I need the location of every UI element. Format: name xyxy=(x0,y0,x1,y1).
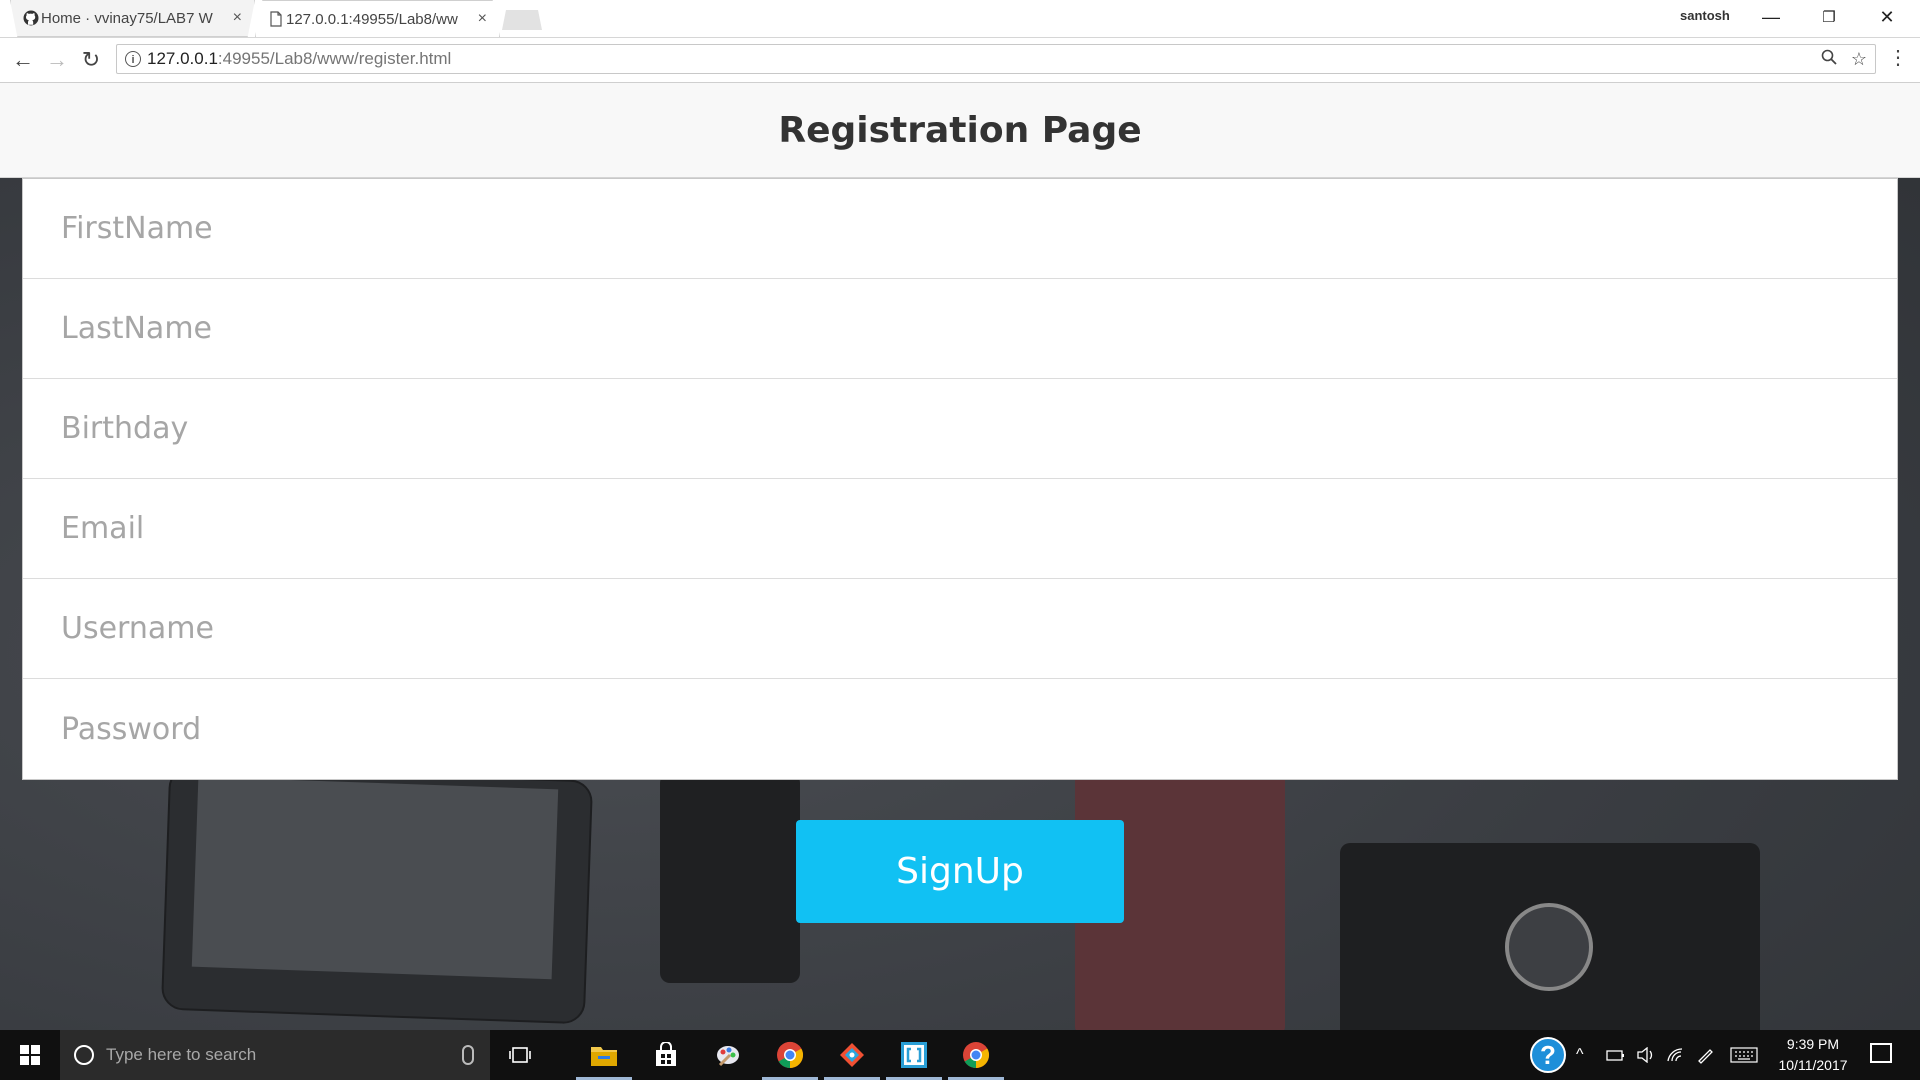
windows-logo-icon xyxy=(20,1045,40,1065)
taskbar-clock[interactable]: 9:39 PM 10/11/2017 xyxy=(1768,1034,1858,1076)
new-tab-button[interactable] xyxy=(502,10,542,30)
back-icon[interactable]: ← xyxy=(10,47,36,73)
browser-titlebar: Home · vvinay75/LAB7 W × 127.0.0.1:49955… xyxy=(0,0,1920,38)
cortana-icon xyxy=(74,1045,94,1065)
browser-toolbar: ← → ↻ i 127.0.0.1 :49955/Lab8/www/regist… xyxy=(0,38,1920,83)
background-tablet-screen xyxy=(191,776,559,980)
chrome-icon[interactable] xyxy=(762,1037,818,1080)
taskbar-search[interactable]: Type here to search xyxy=(60,1030,490,1080)
tab-title: Home · vvinay75/LAB7 W xyxy=(41,9,213,27)
microphone-icon[interactable] xyxy=(462,1045,474,1065)
task-view-icon[interactable] xyxy=(502,1037,538,1073)
wifi-icon[interactable] xyxy=(1666,1030,1686,1080)
password-input[interactable] xyxy=(59,710,1897,748)
bookmark-star-icon[interactable]: ☆ xyxy=(1851,49,1867,70)
app-header: Registration Page xyxy=(0,83,1920,178)
search-placeholder: Type here to search xyxy=(106,1045,257,1064)
background-dial-image xyxy=(1505,903,1593,991)
email-input[interactable] xyxy=(59,510,1897,547)
url-host: 127.0.0.1 xyxy=(147,49,218,68)
form-item-username xyxy=(23,579,1897,679)
form-item-firstname xyxy=(23,179,1897,279)
background-phone-image xyxy=(660,773,800,983)
signup-button[interactable]: SignUp xyxy=(796,820,1124,923)
close-icon[interactable]: ✕ xyxy=(1858,0,1916,34)
show-hidden-icons-icon[interactable]: ^ xyxy=(1576,1030,1584,1080)
page-title: Registration Page xyxy=(778,109,1142,151)
browser-menu-icon[interactable]: ⋮ xyxy=(1888,48,1908,68)
github-icon xyxy=(23,10,39,26)
forward-icon[interactable]: → xyxy=(44,47,70,73)
chrome-icon[interactable] xyxy=(948,1037,1004,1080)
page-viewport: Registration Page SignUp xyxy=(0,83,1920,1030)
action-center-icon[interactable] xyxy=(1870,1043,1892,1063)
battery-icon[interactable] xyxy=(1606,1030,1626,1080)
tab-title: 127.0.0.1:49955/Lab8/ww xyxy=(286,10,458,28)
file-explorer-icon[interactable] xyxy=(576,1037,632,1080)
pen-icon[interactable] xyxy=(1696,1030,1716,1080)
reload-icon[interactable]: ↻ xyxy=(78,47,104,73)
username-input[interactable] xyxy=(59,610,1897,647)
tab-github-home[interactable]: Home · vvinay75/LAB7 W × xyxy=(10,0,255,37)
volume-icon[interactable] xyxy=(1636,1030,1656,1080)
brackets-icon[interactable] xyxy=(886,1037,942,1080)
start-button[interactable] xyxy=(0,1030,60,1080)
zoom-icon[interactable] xyxy=(1821,49,1837,70)
info-icon[interactable]: i xyxy=(125,51,141,67)
birthday-input[interactable] xyxy=(59,410,1897,447)
firstname-input[interactable] xyxy=(59,210,1897,247)
minimize-icon[interactable]: — xyxy=(1742,0,1800,34)
restore-icon[interactable]: ❐ xyxy=(1800,0,1858,34)
paint-icon[interactable] xyxy=(710,1037,746,1073)
registration-form xyxy=(22,178,1898,780)
store-icon[interactable] xyxy=(648,1037,684,1073)
tab-close-icon[interactable]: × xyxy=(478,10,487,28)
tab-close-icon[interactable]: × xyxy=(233,9,242,27)
profile-name[interactable]: santosh xyxy=(1680,8,1730,23)
page-icon xyxy=(270,11,282,27)
lastname-input[interactable] xyxy=(59,310,1897,347)
help-icon[interactable]: ? xyxy=(1530,1037,1566,1073)
address-bar[interactable]: i 127.0.0.1 :49955/Lab8/www/register.htm… xyxy=(116,44,1876,74)
form-item-password xyxy=(23,679,1897,779)
form-item-email xyxy=(23,479,1897,579)
git-icon[interactable] xyxy=(824,1037,880,1080)
form-item-lastname xyxy=(23,279,1897,379)
clock-time: 9:39 PM xyxy=(1786,1036,1840,1052)
tab-register-page[interactable]: 127.0.0.1:49955/Lab8/ww × xyxy=(255,0,500,37)
url-path: :49955/Lab8/www/register.html xyxy=(217,49,452,68)
form-item-birthday xyxy=(23,379,1897,479)
keyboard-icon[interactable] xyxy=(1730,1030,1758,1080)
windows-taskbar: Type here to search ? ^ 9:39 PM 10/11/20… xyxy=(0,1030,1920,1080)
clock-date: 10/11/2017 xyxy=(1778,1057,1848,1073)
